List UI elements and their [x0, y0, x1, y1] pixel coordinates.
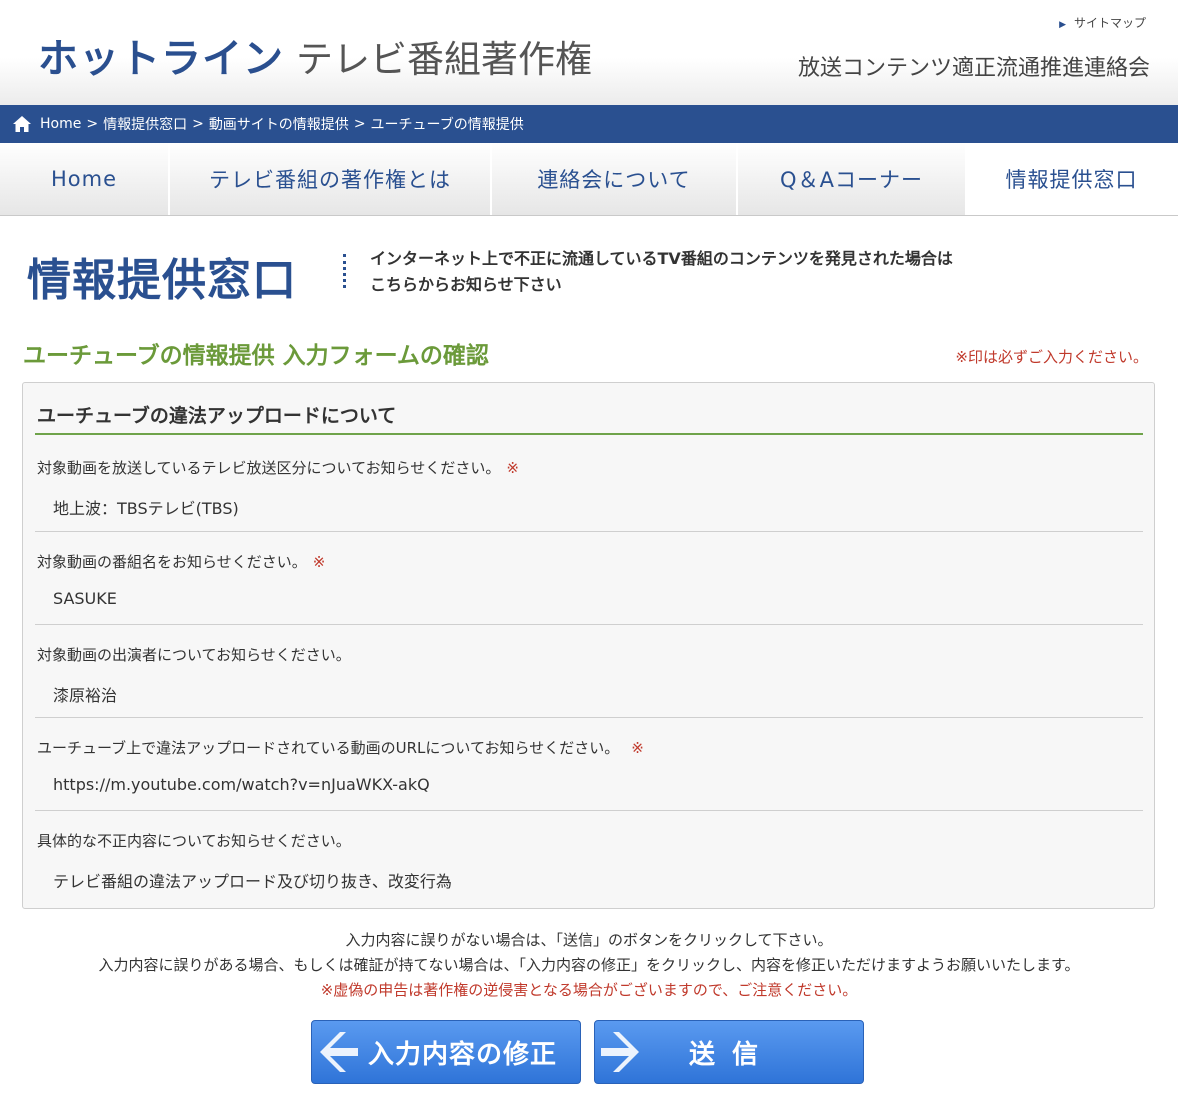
row-divider [35, 531, 1143, 532]
field-label: ユーチューブ上で違法アップロードされている動画のURLについてお知らせください。… [37, 739, 644, 757]
required-mark: ※ [312, 553, 326, 571]
required-mark: ※ [506, 459, 519, 477]
edit-input-button[interactable]: 入力内容の修正 [311, 1020, 581, 1084]
field-label: 対象動画の出演者についてお知らせください。 [37, 646, 351, 664]
breadcrumb-info-window[interactable]: 情報提供窓口 [103, 114, 187, 134]
page-title: 情報提供窓口 [27, 255, 297, 306]
required-mark: ※ [631, 739, 644, 757]
page-description-line1: インターネット上で不正に流通しているTV番組のコンテンツを発見された場合は [370, 249, 953, 268]
arrow-left-icon [320, 1032, 358, 1072]
field-label: 具体的な不正内容についてお知らせください。 [37, 832, 351, 850]
nav-about-council[interactable]: 連絡会について [492, 143, 738, 215]
sitemap-link[interactable]: ▶ サイトマップ [1059, 14, 1146, 31]
breadcrumb-current: ユーチューブの情報提供 [370, 117, 524, 133]
breadcrumb-video-sites[interactable]: 動画サイトの情報提供 [209, 114, 349, 134]
breadcrumb: Home > 情報提供窓口 > 動画サイトの情報提供 > ユーチューブの情報提供 [0, 105, 1178, 143]
sitemap-label: サイトマップ [1073, 16, 1146, 30]
field-value: 漆原裕治 [53, 686, 118, 705]
submission-notes: 入力内容に誤りがない場合は、「送信」のボタンをクリックして下さい。 入力内容に誤… [0, 928, 1178, 1003]
section-title: ユーチューブの情報提供 入力フォームの確認 [23, 343, 489, 369]
note-line1: 入力内容に誤りがない場合は、「送信」のボタンをクリックして下さい。 [345, 931, 833, 949]
page-description: インターネット上で不正に流通しているTV番組のコンテンツを発見された場合は こち… [370, 246, 953, 298]
confirmation-box: ユーチューブの違法アップロードについて 対象動画を放送しているテレビ放送区分につ… [22, 382, 1155, 909]
title-underline [35, 433, 1143, 435]
page-description-line2: こちらからお知らせ下さい [370, 275, 562, 294]
submit-label: 送 信 [689, 1039, 763, 1070]
breadcrumb-home[interactable]: Home [40, 116, 81, 132]
field-value: https://m.youtube.com/watch?v=nJuaWKX-ak… [53, 775, 430, 794]
nav-info-window[interactable]: 情報提供窓口 [967, 143, 1178, 215]
heading-divider [343, 254, 346, 288]
note-warning: ※虚偽の申告は著作権の逆侵害となる場合がございますので、ご注意ください。 [320, 981, 858, 999]
home-icon [13, 116, 31, 132]
field-value: SASUKE [53, 589, 117, 608]
row-divider [35, 624, 1143, 625]
organization-name: 放送コンテンツ適正流通推進連絡会 [797, 56, 1150, 81]
breadcrumb-separator: > [353, 116, 366, 132]
field-value: 地上波：TBSテレビ(TBS) [53, 499, 239, 518]
form-box-title: ユーチューブの違法アップロードについて [37, 405, 397, 427]
arrow-right-icon [601, 1032, 639, 1072]
main-nav: Home テレビ番組の著作権とは 連絡会について Q＆Aコーナー 情報提供窓口 [0, 143, 1178, 216]
submit-button[interactable]: 送 信 [594, 1020, 864, 1084]
note-line2: 入力内容に誤りがある場合、もしくは確証が持てない場合は、「入力内容の修正」をクリ… [98, 956, 1080, 974]
field-label: 対象動画の番組名をお知らせください。 ※ [37, 553, 326, 571]
site-logo[interactable]: ホットライン テレビ番組著作権 [38, 26, 592, 84]
nav-copyright-about[interactable]: テレビ番組の著作権とは [170, 143, 492, 215]
field-value: テレビ番組の違法アップロード及び切り抜き、改変行為 [53, 872, 452, 891]
edit-input-label: 入力内容の修正 [368, 1039, 558, 1070]
row-divider [35, 717, 1143, 718]
logo-sub-text: テレビ番組著作権 [296, 38, 592, 81]
row-divider [35, 810, 1143, 811]
triangle-right-icon: ▶ [1059, 20, 1066, 30]
nav-qa-corner[interactable]: Q＆Aコーナー [738, 143, 967, 215]
required-note: ※印は必ずご入力ください。 [955, 348, 1148, 366]
breadcrumb-separator: > [192, 116, 204, 132]
breadcrumb-separator: > [86, 116, 99, 132]
site-header: ホットライン テレビ番組著作権 ▶ サイトマップ 放送コンテンツ適正流通推進連絡会 [0, 0, 1178, 105]
field-label: 対象動画を放送しているテレビ放送区分についてお知らせください。 ※ [37, 459, 519, 477]
nav-home[interactable]: Home [0, 143, 170, 215]
logo-main-text: ホットライン [38, 36, 284, 82]
